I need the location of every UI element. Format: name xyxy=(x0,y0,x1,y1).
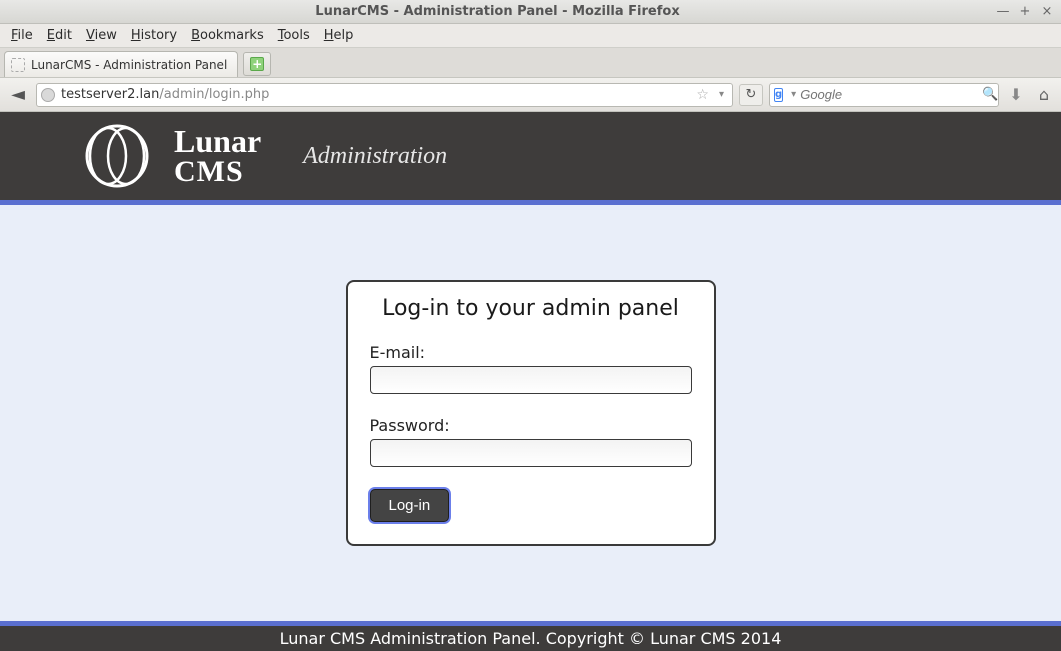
maximize-button[interactable]: + xyxy=(1017,4,1033,19)
bookmark-star-icon[interactable]: ☆ xyxy=(690,87,715,103)
tab-title: LunarCMS - Administration Panel xyxy=(31,58,227,72)
search-input[interactable] xyxy=(800,87,978,102)
brand-line1: Lunar xyxy=(174,125,261,157)
menu-view[interactable]: View xyxy=(79,26,124,45)
footer-text: Lunar CMS Administration Panel. Copyrigh… xyxy=(280,629,782,648)
search-engine-dropdown-icon[interactable]: ▾ xyxy=(787,89,800,100)
menu-tools[interactable]: Tools xyxy=(271,26,317,45)
url-bar[interactable]: testserver2.lan/admin/login.php ☆ ▾ xyxy=(36,83,733,107)
globe-icon xyxy=(41,88,55,102)
menu-bookmarks[interactable]: Bookmarks xyxy=(184,26,271,45)
search-engine-icon: g xyxy=(774,88,783,102)
menu-edit[interactable]: Edit xyxy=(40,26,79,45)
page-content: Lunar CMS Administration Log-in to your … xyxy=(0,112,1061,651)
login-panel: Log-in to your admin panel E-mail: Passw… xyxy=(346,280,716,546)
login-button[interactable]: Log-in xyxy=(370,489,450,522)
section-label: Administration xyxy=(303,143,447,170)
tabstrip: LunarCMS - Administration Panel + xyxy=(0,48,1061,78)
menu-help[interactable]: Help xyxy=(317,26,361,45)
email-label: E-mail: xyxy=(370,343,692,362)
main-area: Log-in to your admin panel E-mail: Passw… xyxy=(0,205,1061,621)
downloads-button[interactable]: ⬇ xyxy=(1005,85,1027,104)
menubar: File Edit View History Bookmarks Tools H… xyxy=(0,24,1061,48)
url-dropdown-icon[interactable]: ▾ xyxy=(715,89,728,100)
back-button[interactable]: ◄ xyxy=(6,84,30,106)
brand-line2: CMS xyxy=(174,157,261,187)
page-footer: Lunar CMS Administration Panel. Copyrigh… xyxy=(0,621,1061,651)
url-path: /admin/login.php xyxy=(159,87,269,102)
plus-icon: + xyxy=(250,57,264,71)
email-field[interactable] xyxy=(370,366,692,394)
close-window-button[interactable]: × xyxy=(1039,4,1055,19)
url-host: testserver2.lan xyxy=(61,87,159,102)
window-title: LunarCMS - Administration Panel - Mozill… xyxy=(6,4,989,19)
search-icon[interactable]: 🔍 xyxy=(978,87,1002,102)
browser-tab[interactable]: LunarCMS - Administration Panel xyxy=(4,51,238,77)
password-label: Password: xyxy=(370,416,692,435)
reload-button[interactable]: ↻ xyxy=(739,84,763,106)
navbar: ◄ testserver2.lan/admin/login.php ☆ ▾ ↻ … xyxy=(0,78,1061,112)
brand-name: Lunar CMS xyxy=(174,125,261,187)
url-text: testserver2.lan/admin/login.php xyxy=(61,87,690,102)
login-heading: Log-in to your admin panel xyxy=(370,296,692,321)
menu-history[interactable]: History xyxy=(124,26,184,45)
window-titlebar: LunarCMS - Administration Panel - Mozill… xyxy=(0,0,1061,24)
minimize-button[interactable]: — xyxy=(995,4,1011,19)
favicon-placeholder-icon xyxy=(11,58,25,72)
search-box[interactable]: g ▾ 🔍 xyxy=(769,83,999,107)
password-field[interactable] xyxy=(370,439,692,467)
new-tab-button[interactable]: + xyxy=(243,52,271,76)
lunarcms-logo-icon xyxy=(78,120,156,192)
page-header: Lunar CMS Administration xyxy=(0,112,1061,200)
home-button[interactable]: ⌂ xyxy=(1033,85,1055,104)
menu-file[interactable]: File xyxy=(4,26,40,45)
